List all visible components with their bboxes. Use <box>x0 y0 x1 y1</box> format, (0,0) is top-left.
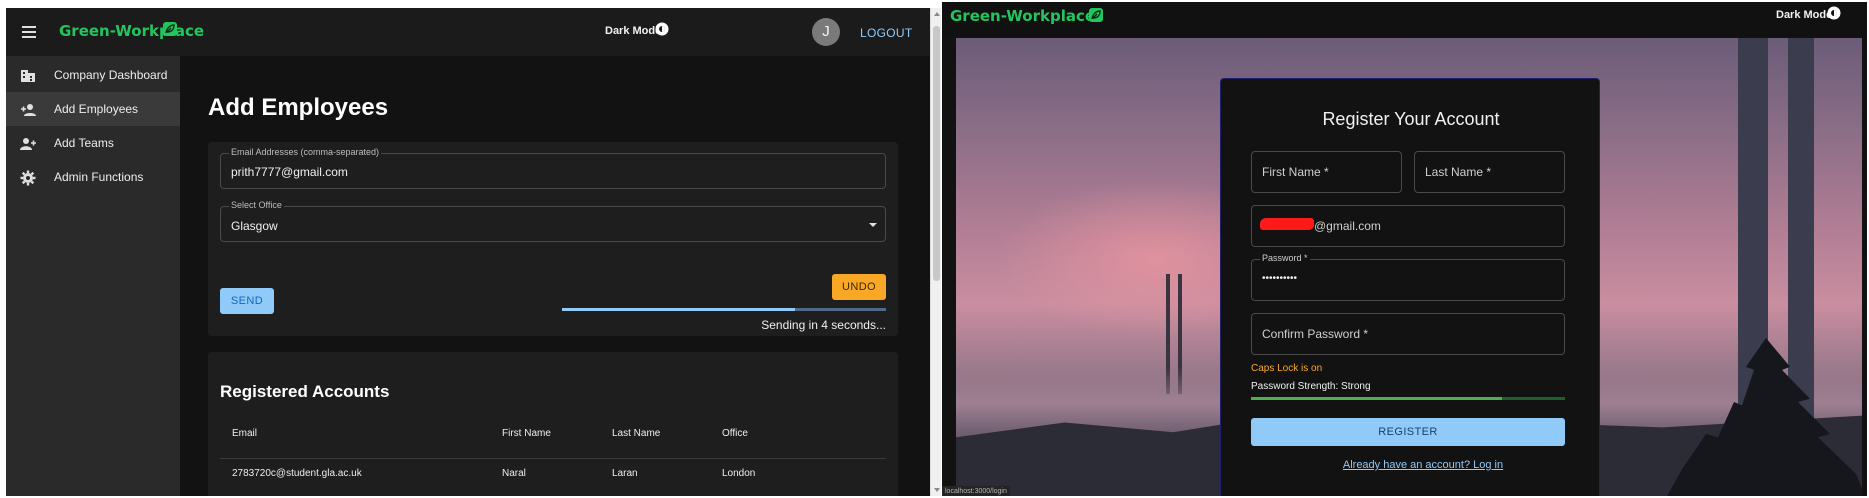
register-card: Register Your Account First Name * Last … <box>1220 78 1600 496</box>
sidebar-item-add-employees[interactable]: Add Employees <box>6 92 180 126</box>
register-button[interactable]: REGISTER <box>1251 418 1565 446</box>
brand-title[interactable]: Green-Workplace <box>950 7 1095 25</box>
cell-office: London <box>722 468 756 479</box>
column-header-office: Office <box>722 428 748 439</box>
email-field[interactable]: Email Addresses (comma-separated) prith7… <box>220 147 886 189</box>
login-link[interactable]: Already have an account? Log in <box>1221 459 1595 471</box>
avatar[interactable]: J <box>812 18 840 46</box>
last-name-placeholder: Last Name * <box>1425 165 1492 179</box>
sidebar-item-label: Admin Functions <box>54 170 144 184</box>
scroll-up-icon[interactable] <box>934 12 940 16</box>
send-countdown-progress <box>562 308 886 311</box>
chevron-down-icon <box>869 223 877 227</box>
menu-icon[interactable] <box>22 26 36 38</box>
app-bar: Green-Workplace Dark Mode J LOGOUT <box>6 8 930 56</box>
password-field[interactable]: Password * •••••••••• <box>1251 253 1565 301</box>
email-field-value: @gmail.com <box>1314 219 1381 233</box>
person-add-icon <box>20 102 36 118</box>
dark-mode-toggle-icon[interactable] <box>654 21 670 37</box>
logout-button[interactable]: LOGOUT <box>860 26 912 40</box>
office-select[interactable]: Select Office Glasgow <box>220 200 886 242</box>
cell-last-name: Laran <box>612 468 638 479</box>
sidebar-item-company-dashboard[interactable]: Company Dashboard <box>6 58 180 92</box>
admin-window: Green-Workplace Dark Mode J LOGOUT Compa… <box>6 8 930 496</box>
dark-mode-label: Dark Mode <box>605 25 662 37</box>
business-icon <box>20 68 36 84</box>
bridge-tower <box>1788 38 1814 438</box>
password-strength-fill <box>1251 397 1503 400</box>
status-bar-url: localhost:3000/login <box>942 486 1010 496</box>
office-select-label: Select Office <box>229 200 284 210</box>
confirm-password-placeholder: Confirm Password * <box>1262 327 1369 341</box>
send-countdown-progress-fill <box>562 308 796 311</box>
confirm-password-field[interactable]: Confirm Password * <box>1251 313 1565 355</box>
column-header-first-name: First Name <box>502 428 551 439</box>
cell-email: 2783720c@student.gla.ac.uk <box>232 468 362 479</box>
scrollbar-thumb[interactable] <box>933 26 940 281</box>
first-name-placeholder: First Name * <box>1262 165 1329 179</box>
registered-accounts-title: Registered Accounts <box>220 382 390 401</box>
first-name-field[interactable]: First Name * <box>1251 151 1402 193</box>
brand-title[interactable]: Green-Workplace <box>59 22 204 40</box>
sidebar-item-add-teams[interactable]: Add Teams <box>6 126 180 160</box>
sidebar-item-label: Company Dashboard <box>54 68 168 82</box>
sidebar-item-label: Add Employees <box>54 102 139 116</box>
password-field-value: •••••••••• <box>1262 273 1298 284</box>
sidebar: Company Dashboard Add Employees Add Team… <box>6 56 180 496</box>
cell-first-name: Naral <box>502 468 526 479</box>
dark-mode-toggle-icon[interactable] <box>1826 5 1842 21</box>
send-button[interactable]: SEND <box>220 288 274 314</box>
page-scrollbar[interactable] <box>930 8 941 496</box>
undo-button[interactable]: UNDO <box>832 274 886 300</box>
gear-icon <box>20 170 36 186</box>
password-strength-label: Password Strength: Strong <box>1251 381 1371 392</box>
eco-icon <box>1089 8 1103 22</box>
register-window: Green-Workplace Dark Mode Register Your … <box>942 2 1867 496</box>
redaction-mark <box>1260 218 1314 230</box>
email-field-label: Email Addresses (comma-separated) <box>229 147 382 157</box>
scroll-down-icon[interactable] <box>934 488 940 492</box>
office-select-value: Glasgow <box>231 219 278 233</box>
column-header-last-name: Last Name <box>612 428 661 439</box>
table-header-divider <box>220 458 886 459</box>
dark-mode-label: Dark Mode <box>1776 9 1833 21</box>
register-title: Register Your Account <box>1322 109 1500 129</box>
add-employee-card: Email Addresses (comma-separated) prith7… <box>208 142 898 336</box>
email-field[interactable]: @gmail.com <box>1251 205 1565 247</box>
sidebar-item-admin-functions[interactable]: Admin Functions <box>6 160 180 194</box>
registered-accounts-card: Registered Accounts Email First Name Las… <box>208 352 898 496</box>
last-name-field[interactable]: Last Name * <box>1414 151 1565 193</box>
password-field-label: Password * <box>1260 253 1310 263</box>
app-bar: Green-Workplace Dark Mode <box>942 2 1867 36</box>
group-add-icon <box>20 136 36 152</box>
password-strength-meter <box>1251 397 1565 400</box>
caps-lock-warning: Caps Lock is on <box>1251 363 1323 374</box>
sidebar-item-label: Add Teams <box>54 136 114 150</box>
sending-status-text: Sending in 4 seconds... <box>761 318 886 332</box>
page-title: Add Employees <box>208 94 389 121</box>
eco-icon <box>163 22 177 36</box>
email-field-value: prith7777@gmail.com <box>231 165 348 179</box>
column-header-email: Email <box>232 428 258 439</box>
main-content: Add Employees Email Addresses (comma-sep… <box>180 56 930 496</box>
